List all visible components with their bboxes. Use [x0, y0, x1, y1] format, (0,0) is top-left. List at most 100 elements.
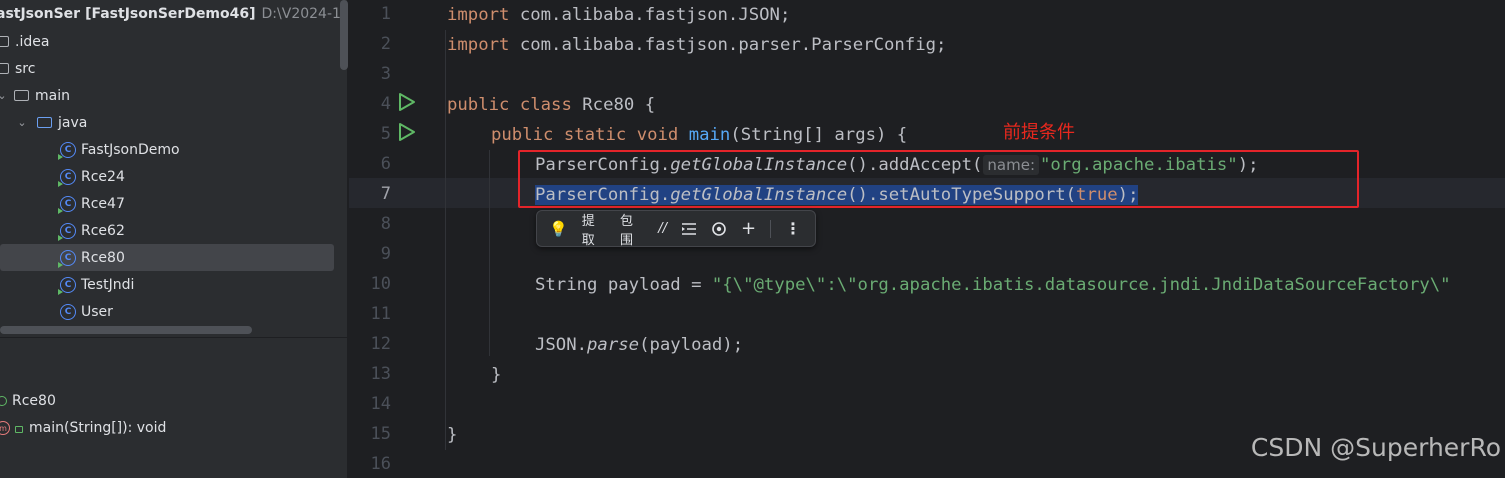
tree-item-class[interactable]: C Rce47	[0, 190, 348, 217]
tree-root[interactable]: astJsonSer [FastJsonSerDemo46] D:\V2024-…	[0, 0, 348, 27]
structure-method-item[interactable]: m main(String[]): void	[0, 416, 166, 440]
extract-button[interactable]: 提取	[582, 210, 606, 248]
line-number: 12	[370, 334, 391, 354]
code-text: Rce80 {	[571, 95, 656, 115]
folder-icon	[0, 63, 9, 74]
tree-item-label: FastJsonDemo	[81, 141, 180, 158]
line-number: 1	[380, 4, 391, 24]
line-number: 13	[370, 364, 391, 384]
more-options-icon[interactable]: ⋮	[785, 219, 801, 238]
tree-item-label: Rce62	[81, 222, 125, 239]
tree-item-label: src	[15, 60, 36, 77]
tree-item-label: .idea	[15, 33, 50, 50]
code-line-10[interactable]: String payload = "{\"@type\":\"org.apach…	[535, 270, 1451, 300]
code-text: com.alibaba.fastjson.parser.ParserConfig…	[509, 35, 947, 55]
folder-icon	[14, 90, 29, 101]
tree-item-label: main	[35, 87, 70, 104]
line-number: 2	[380, 34, 391, 54]
chevron-down-icon[interactable]: ⌄	[0, 89, 8, 102]
tree-item-label: Rce47	[81, 195, 125, 212]
tree-item-label: TestJndi	[81, 276, 135, 293]
code-line-15[interactable]: }	[447, 420, 457, 450]
annotation-highlight-box	[518, 150, 1359, 208]
tree-item-class-selected[interactable]: C Rce80	[0, 244, 334, 271]
tree-item-class[interactable]: C Rce24	[0, 163, 348, 190]
code-line-2[interactable]: import com.alibaba.fastjson.parser.Parse…	[447, 30, 946, 60]
line-number: 6	[380, 154, 391, 174]
code-line-12[interactable]: JSON.parse(payload);	[535, 330, 743, 360]
root-module: [FastJsonSerDemo46]	[85, 5, 256, 22]
line-number: 5	[380, 124, 391, 144]
tree-item-label: User	[81, 303, 113, 320]
public-access-icon	[15, 425, 23, 433]
code-text: (String[] args) {	[730, 125, 908, 145]
line-number: 11	[370, 304, 391, 324]
keyword: import	[447, 5, 510, 25]
tree-item-class[interactable]: C Rce62	[0, 217, 348, 244]
code-text: }	[447, 425, 458, 445]
watermark: CSDN @SuperherRo	[1250, 433, 1501, 462]
tree-horizontal-scrollbar[interactable]	[0, 326, 252, 334]
line-number: 14	[370, 394, 391, 414]
structure-class-label: Rce80	[12, 393, 56, 409]
tree-item-src[interactable]: src	[0, 55, 348, 82]
root-name: astJsonSer	[0, 5, 81, 22]
tree-item-java[interactable]: ⌄ java	[0, 109, 348, 136]
line-number: 16	[370, 454, 391, 474]
tree-item-label: java	[58, 114, 88, 131]
keyword: void	[636, 125, 679, 145]
runnable-class-icon: C	[58, 195, 76, 214]
code-editor[interactable]: 1 2 3 4 5 6 7 8 9 10 11 12 13 14 15 16 import com.aliba…	[349, 0, 1505, 478]
surround-button[interactable]: 包围	[620, 210, 644, 248]
static-call: parse	[587, 335, 640, 355]
code-text: JSON.	[535, 335, 588, 355]
method-name: main	[688, 125, 731, 145]
project-tree: astJsonSer [FastJsonSerDemo46] D:\V2024-…	[0, 0, 348, 337]
indent-guide	[445, 30, 446, 450]
code-line-4[interactable]: public class Rce80 {	[447, 90, 655, 120]
floating-code-toolbar: 💡 提取 包围 // + ⋮	[536, 210, 816, 248]
code-text: }	[491, 365, 502, 385]
line-number: 10	[370, 274, 391, 294]
structure-class-item[interactable]: Rce80	[0, 389, 56, 413]
keyword: class	[519, 95, 572, 115]
tree-item-idea[interactable]: .idea	[0, 28, 348, 55]
chevron-down-icon[interactable]: ⌄	[16, 116, 28, 129]
comment-button[interactable]: //	[658, 221, 667, 236]
run-icon[interactable]	[398, 122, 416, 142]
class-icon: C	[60, 303, 76, 320]
runnable-class-icon: C	[58, 249, 76, 268]
runnable-class-icon: C	[58, 222, 76, 241]
code-text: com.alibaba.fastjson.JSON;	[509, 5, 791, 25]
ai-assistant-icon[interactable]	[711, 221, 727, 237]
line-number: 9	[380, 244, 391, 264]
project-tool-window: astJsonSer [FastJsonSerDemo46] D:\V2024-…	[0, 0, 348, 478]
code-text: String payload =	[535, 275, 712, 295]
indent-guide	[489, 150, 490, 356]
lightbulb-icon[interactable]: 💡	[549, 220, 568, 238]
tree-item-main[interactable]: ⌄ main	[0, 82, 348, 109]
panel-divider[interactable]	[0, 337, 348, 338]
plus-icon[interactable]: +	[741, 218, 756, 239]
annotation-label: 前提条件	[1003, 122, 1075, 143]
tree-item-class[interactable]: C FastJsonDemo	[0, 136, 348, 163]
reformat-icon[interactable]	[681, 222, 697, 236]
line-number: 15	[370, 424, 391, 444]
tree-item-class[interactable]: C User	[0, 298, 348, 325]
code-line-1[interactable]: import com.alibaba.fastjson.JSON;	[447, 0, 790, 30]
structure-method-label: main(String[]): void	[29, 420, 167, 436]
source-folder-icon	[37, 117, 52, 128]
runnable-class-icon: C	[58, 168, 76, 187]
line-number: 7	[380, 184, 391, 204]
run-icon[interactable]	[398, 92, 416, 112]
line-number: 8	[380, 214, 391, 234]
root-path: D:\V2024-11\104\	[261, 5, 348, 22]
tree-item-class[interactable]: C TestJndi	[0, 271, 348, 298]
tree-vertical-scrollbar[interactable]	[340, 0, 348, 70]
line-number: 4	[380, 94, 391, 114]
folder-icon	[0, 36, 9, 47]
line-number: 3	[380, 64, 391, 84]
code-text: (payload);	[639, 335, 744, 355]
code-line-13[interactable]: }	[491, 360, 501, 390]
code-line-5[interactable]: public static void main(String[] args) {	[491, 120, 907, 150]
